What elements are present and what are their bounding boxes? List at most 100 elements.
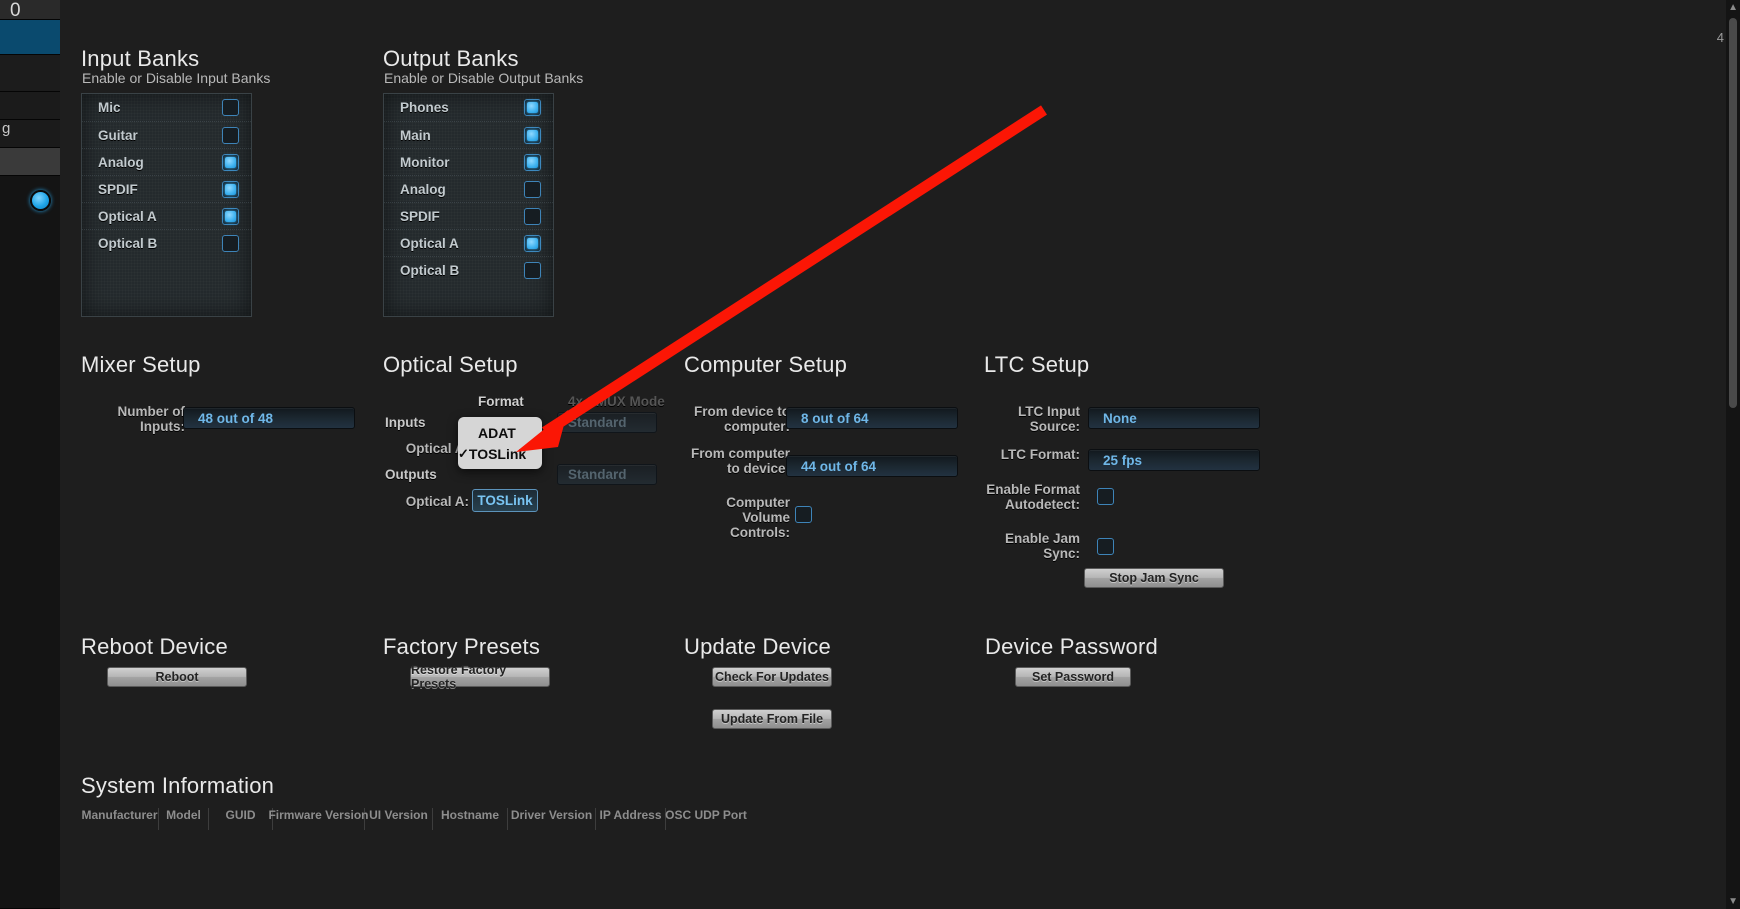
sidebar-item-selected[interactable] <box>0 20 60 55</box>
bank-enable-checkbox[interactable] <box>524 207 541 225</box>
bank-row: Optical A <box>82 202 251 229</box>
bank-row-label: Optical B <box>400 262 460 278</box>
system-info-column-label: GUID <box>225 808 256 822</box>
reboot-button[interactable]: Reboot <box>107 667 247 687</box>
optical-outputs-row-header: Outputs <box>385 467 437 482</box>
bank-row-label: SPDIF <box>400 208 440 224</box>
bank-row-label: Optical A <box>98 208 157 224</box>
app-window: 0 g Input Banks Enable or Disable Input … <box>0 0 1740 909</box>
sidebar-item-c[interactable]: g <box>0 120 60 148</box>
power-indicator-icon[interactable] <box>30 190 51 211</box>
input-banks-panel: Mic Guitar Analog SPDIF Optical A Optical B <box>81 93 252 317</box>
system-info-column-label: OSC UDP Port <box>665 808 747 822</box>
from-computer-to-device-label: From computer to device: <box>690 446 790 476</box>
system-info-column-label: UI Version <box>369 808 428 822</box>
scrollbar-thumb[interactable] <box>1729 18 1737 408</box>
stop-jam-sync-button[interactable]: Stop Jam Sync <box>1084 568 1224 588</box>
dropdown-menu-item-label: TOSLink <box>468 445 527 462</box>
computer-volume-controls-checkbox[interactable] <box>795 506 812 523</box>
number-of-inputs-field[interactable]: 48 out of 48 <box>183 407 355 429</box>
reboot-device-title: Reboot Device <box>81 634 228 659</box>
system-info-column-label: Driver Version <box>510 808 593 822</box>
optical-output-a-label: Optical A: <box>405 494 469 509</box>
system-information-title: System Information <box>81 773 275 798</box>
ltc-format-label: LTC Format: <box>1000 447 1080 462</box>
optical-input-a-label: Optical A: <box>405 441 469 456</box>
bank-row-label: Main <box>400 127 431 143</box>
ltc-autodetect-label: Enable Format Autodetect: <box>986 482 1080 512</box>
computer-volume-controls-label: Computer Volume Controls: <box>726 495 790 540</box>
ltc-setup-title: LTC Setup <box>984 352 1090 377</box>
computer-setup-title: Computer Setup <box>684 352 847 377</box>
system-info-column-header: OSC UDP Port <box>665 808 747 830</box>
ltc-autodetect-checkbox[interactable] <box>1097 488 1114 505</box>
scroll-down-icon[interactable]: ▼ <box>1728 896 1738 907</box>
bank-row-label: Phones <box>400 100 449 115</box>
output-banks-panel: Phones Main Monitor Analog SPDIF Optical A Opt… <box>383 93 554 317</box>
ltc-jam-sync-checkbox[interactable] <box>1097 538 1114 555</box>
bank-row: Analog <box>82 148 251 175</box>
sidebar-top-fragment: 0 <box>0 0 60 20</box>
input-banks-title: Input Banks <box>81 46 200 71</box>
bank-enable-checkbox[interactable] <box>222 99 239 116</box>
from-computer-to-device-field[interactable]: 44 out of 64 <box>786 455 958 477</box>
bank-row: Monitor <box>384 148 553 175</box>
system-info-column-label: Firmware Version <box>268 808 369 822</box>
bank-enable-checkbox[interactable] <box>524 126 541 144</box>
system-info-column-header: Driver Version <box>508 808 596 830</box>
corner-indicator: 4 <box>1716 30 1724 45</box>
bank-enable-checkbox[interactable] <box>524 234 541 252</box>
sidebar-item-d[interactable] <box>0 148 60 176</box>
optical-input-smux-field[interactable]: Standard <box>557 412 657 433</box>
bank-row-label: Optical B <box>98 235 158 251</box>
sidebar-item-b[interactable] <box>0 92 60 120</box>
bank-row-label: Mic <box>98 100 121 115</box>
optical-format-dropdown-menu[interactable]: ADAT ✓ TOSLink <box>458 417 542 469</box>
bank-enable-checkbox[interactable] <box>222 126 239 144</box>
bank-row: Guitar <box>82 121 251 148</box>
optical-output-format-button[interactable]: TOSLink <box>472 489 538 512</box>
output-banks-title: Output Banks <box>383 46 519 71</box>
system-information-table: Manufacturer Model GUID Firmware Version UI … <box>81 808 747 830</box>
system-info-column-header: Hostname <box>433 808 508 830</box>
bank-enable-checkbox[interactable] <box>222 153 239 171</box>
system-info-column-header: UI Version <box>365 808 433 830</box>
ltc-format-field[interactable]: 25 fps <box>1088 449 1260 471</box>
bank-row: Analog <box>384 175 553 202</box>
bank-enable-checkbox[interactable] <box>524 153 541 171</box>
system-info-column-label: Hostname <box>440 808 499 822</box>
bank-enable-checkbox[interactable] <box>222 180 239 198</box>
optical-output-smux-field[interactable]: Standard <box>557 464 657 485</box>
check-for-updates-button[interactable]: Check For Updates <box>712 667 832 687</box>
bank-row-label: Guitar <box>98 127 138 143</box>
set-password-button[interactable]: Set Password <box>1015 667 1131 687</box>
device-password-title: Device Password <box>985 634 1158 659</box>
vertical-scrollbar[interactable]: ▲ ▼ <box>1726 0 1740 909</box>
bank-enable-checkbox[interactable] <box>524 99 541 116</box>
bank-enable-checkbox[interactable] <box>222 234 239 252</box>
ltc-input-source-field[interactable]: None <box>1088 407 1260 429</box>
bank-enable-checkbox[interactable] <box>524 180 541 198</box>
dropdown-menu-item[interactable]: ✓ TOSLink <box>458 443 542 464</box>
update-from-file-button[interactable]: Update From File <box>712 709 832 729</box>
restore-factory-presets-button[interactable]: Restore Factory Presets <box>410 663 550 691</box>
optical-smux-column-header: 4x SMUX Mode <box>568 394 665 409</box>
bank-enable-checkbox[interactable] <box>222 207 239 225</box>
bank-row: Optical A <box>384 229 553 256</box>
bank-row-label: Analog <box>400 181 446 197</box>
dropdown-menu-item[interactable]: ADAT <box>458 422 542 443</box>
input-banks-subtitle: Enable or Disable Input Banks <box>82 70 271 86</box>
dropdown-menu-item-label: ADAT <box>478 424 516 441</box>
bank-row-label: Analog <box>98 154 144 170</box>
number-of-inputs-label: Number of Inputs: <box>117 404 186 434</box>
factory-presets-title: Factory Presets <box>383 634 541 659</box>
scroll-up-icon[interactable]: ▲ <box>1728 2 1738 13</box>
from-device-to-computer-label: From device to computer: <box>693 404 790 434</box>
output-banks-subtitle: Enable or Disable Output Banks <box>384 70 584 86</box>
bank-enable-checkbox[interactable] <box>524 261 541 279</box>
sidebar-item-a[interactable] <box>0 55 60 92</box>
left-sidebar: 0 g <box>0 0 60 909</box>
from-device-to-computer-field[interactable]: 8 out of 64 <box>786 407 958 429</box>
bank-row: Main <box>384 121 553 148</box>
ltc-jam-sync-label: Enable Jam Sync: <box>1004 531 1080 561</box>
